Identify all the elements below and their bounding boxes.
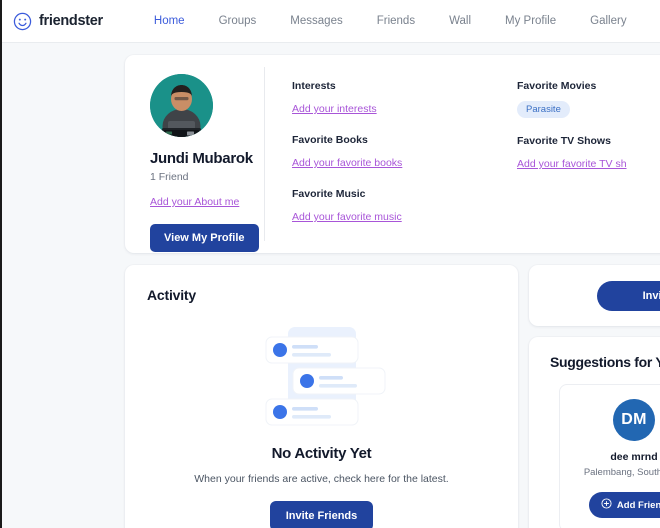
add-favorite-music-link[interactable]: Add your favorite music xyxy=(292,211,402,223)
suggestions-card: Suggestions for Y DM dee mrnd Palembang,… xyxy=(529,337,660,528)
add-favorite-books-link[interactable]: Add your favorite books xyxy=(292,157,402,169)
profile-name: Jundi Mubarok xyxy=(150,150,253,167)
rail-invite-button[interactable]: Invite xyxy=(597,280,660,311)
suggestion-item[interactable]: DM dee mrnd Palembang, South Su... Add F… xyxy=(559,384,660,528)
favorite-music-label: Favorite Music xyxy=(292,188,366,200)
brand-name: friendster xyxy=(39,13,103,29)
nav-item-messages[interactable]: Messages xyxy=(273,15,359,27)
favorite-tv-shows-label: Favorite TV Shows xyxy=(517,135,611,147)
profile-details-column-right: Favorite Movies Parasite Favorite TV Sho… xyxy=(517,80,660,253)
avatar[interactable] xyxy=(150,74,213,137)
view-my-profile-button[interactable]: View My Profile xyxy=(150,224,259,252)
favorite-books-block: Favorite Books Add your favorite books xyxy=(292,134,517,171)
profile-summary: Jundi Mubarok 1 Friend Add your About me… xyxy=(125,55,264,253)
suggestion-avatar[interactable]: DM xyxy=(613,399,655,441)
interests-label: Interests xyxy=(292,80,336,92)
page-surface: Jundi Mubarok 1 Friend Add your About me… xyxy=(2,43,660,528)
empty-activity-cta: Invite Friends xyxy=(125,501,518,528)
profile-details: Interests Add your interests Favorite Bo… xyxy=(265,55,660,253)
add-favorite-tv-shows-link[interactable]: Add your favorite TV sh xyxy=(517,158,627,170)
profile-details-column-left: Interests Add your interests Favorite Bo… xyxy=(292,80,517,253)
favorite-books-label: Favorite Books xyxy=(292,134,368,146)
suggestion-location: Palembang, South Su... xyxy=(583,467,660,478)
favorite-tv-shows-block: Favorite TV Shows Add your favorite TV s… xyxy=(517,135,660,172)
nav-item-gallery[interactable]: Gallery xyxy=(573,15,643,27)
profile-card: Jundi Mubarok 1 Friend Add your About me… xyxy=(125,55,660,253)
favorite-movies-label: Favorite Movies xyxy=(517,80,597,92)
smiley-circle-icon xyxy=(13,12,32,31)
suggestions-title: Suggestions for Y xyxy=(550,354,660,370)
add-interests-link[interactable]: Add your interests xyxy=(292,103,377,115)
nav-item-my-profile[interactable]: My Profile xyxy=(488,15,573,27)
add-friend-label: Add Friend xyxy=(616,499,660,511)
suggestion-name: dee mrnd xyxy=(610,451,658,463)
empty-activity-title: No Activity Yet xyxy=(271,445,372,462)
favorite-movie-chip[interactable]: Parasite xyxy=(517,101,570,118)
invite-friends-button[interactable]: Invite Friends xyxy=(269,501,374,528)
friend-count: 1 Friend xyxy=(150,171,189,183)
activity-title: Activity xyxy=(147,287,196,303)
primary-nav: Home Groups Messages Friends Wall My Pro… xyxy=(137,15,644,27)
interests-block: Interests Add your interests xyxy=(292,80,517,117)
empty-activity-illustration xyxy=(125,323,518,431)
favorite-movies-block: Favorite Movies Parasite xyxy=(517,80,660,118)
activity-card: Activity No Activity Yet When your frien… xyxy=(125,265,518,528)
nav-item-groups[interactable]: Groups xyxy=(202,15,274,27)
favorite-music-block: Favorite Music Add your favorite music xyxy=(292,188,517,225)
brand-logo[interactable]: friendster xyxy=(13,12,103,31)
invite-rail-card: Invite xyxy=(529,265,660,326)
top-navbar: friendster Home Groups Messages Friends … xyxy=(2,0,660,43)
nav-item-friends[interactable]: Friends xyxy=(360,15,432,27)
empty-activity-subtitle: When your friends are active, check here… xyxy=(194,473,449,485)
nav-item-wall[interactable]: Wall xyxy=(432,15,488,27)
add-friend-button[interactable]: Add Friend xyxy=(588,492,660,518)
nav-item-home[interactable]: Home xyxy=(137,15,202,27)
plus-circle-icon xyxy=(601,498,612,512)
add-about-me-link[interactable]: Add your About me xyxy=(150,196,239,208)
